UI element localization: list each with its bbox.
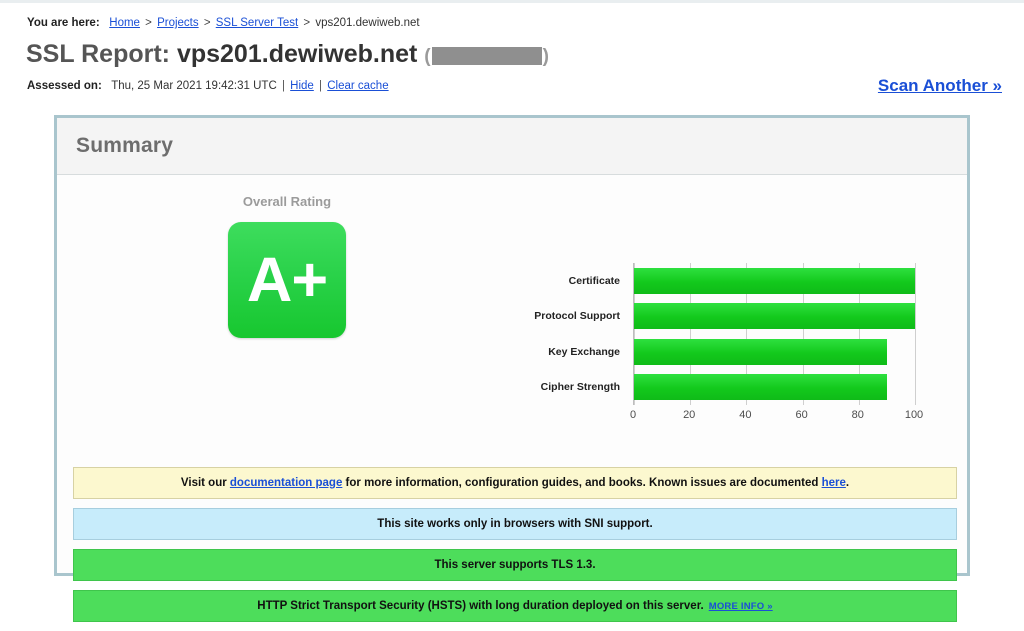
chart-bar: [634, 267, 915, 294]
overall-rating-block: Overall Rating A+: [57, 175, 517, 338]
breadcrumb-separator: >: [203, 17, 211, 29]
tls13-notice: This server supports TLS 1.3.: [73, 549, 957, 581]
clear-cache-link[interactable]: Clear cache: [327, 80, 388, 92]
summary-panel: Summary Overall Rating A+ Certificate Pro…: [54, 115, 970, 622]
assessed-value: Thu, 25 Mar 2021 19:42:31 UTC: [111, 80, 277, 92]
scan-another-link[interactable]: Scan Another »: [878, 76, 1002, 96]
chart-tick-label: 20: [683, 409, 696, 421]
chart-tick-label: 80: [851, 409, 864, 421]
breadcrumb-current: vps201.dewiweb.net: [315, 17, 420, 29]
assessed-line: Assessed on: Thu, 25 Mar 2021 19:42:31 U…: [27, 79, 389, 93]
hsts-notice: HTTP Strict Transport Security (HSTS) wi…: [73, 590, 957, 622]
summary-title: Summary: [76, 134, 174, 157]
breadcrumb-separator: >: [303, 17, 311, 29]
chart-tick-label: 100: [904, 409, 924, 421]
chart-bar: [634, 303, 915, 330]
notice-text: for more information, configuration guid…: [342, 477, 822, 489]
notice-text: HTTP Strict Transport Security (HSTS) wi…: [257, 600, 704, 612]
chart-bar: [634, 338, 887, 365]
assessed-label: Assessed on:: [27, 80, 102, 92]
chart-tick-label: 0: [629, 409, 637, 421]
chart-category-label: Key Exchange: [548, 345, 620, 358]
chart-category-label: Protocol Support: [534, 310, 620, 323]
grade-badge: A+: [228, 222, 346, 338]
breadcrumb-link-projects[interactable]: Projects: [157, 17, 199, 29]
breadcrumb-link-home[interactable]: Home: [109, 17, 140, 29]
chart-tick-label: 40: [739, 409, 752, 421]
redacted-ip-box: [431, 47, 542, 65]
score-bar-chart: Certificate Protocol Support Key Exchange C…: [519, 263, 939, 443]
notice-link[interactable]: documentation page: [230, 477, 342, 489]
grade-value: A+: [246, 244, 328, 315]
more-info-link[interactable]: MORE INFO »: [709, 601, 773, 612]
notice-text: This server supports TLS 1.3.: [434, 559, 596, 571]
chart-category-label: Cipher Strength: [540, 381, 620, 394]
chart-gridline: [915, 263, 916, 405]
documentation-notice: Visit our documentation page for more in…: [73, 467, 957, 499]
summary-panel-header: Summary: [57, 118, 967, 175]
paren-close: ): [542, 46, 549, 67]
separator-pipe: |: [281, 80, 285, 92]
chart-tick-label: 60: [795, 409, 808, 421]
breadcrumb: You are here: Home > Projects > SSL Serv…: [27, 16, 420, 30]
overall-rating-caption: Overall Rating: [242, 194, 332, 209]
breadcrumb-separator: >: [145, 17, 152, 29]
notice-link[interactable]: here: [822, 477, 846, 489]
chart-category-labels: Certificate Protocol Support Key Exchange C…: [519, 263, 627, 405]
sni-notice: This site works only in browsers with SN…: [73, 508, 957, 540]
notice-text: This site works only in browsers with SN…: [377, 518, 653, 530]
page-title-prefix: SSL Report:: [26, 40, 170, 68]
breadcrumb-prefix: You are here:: [27, 17, 100, 29]
ssl-report-page: You are here: Home > Projects > SSL Serv…: [0, 0, 1024, 622]
chart-plot-area: [633, 263, 916, 405]
notice-list: Visit our documentation page for more in…: [73, 467, 957, 631]
chart-x-tick-labels: 0 20 40 60 80 100: [629, 409, 923, 425]
page-title-hostname: vps201.dewiweb.net: [176, 40, 418, 68]
hide-link[interactable]: Hide: [290, 80, 314, 92]
chart-bar: [634, 374, 887, 401]
summary-panel-body: Overall Rating A+ Certificate Protocol Su…: [57, 175, 967, 622]
paren-open: (: [424, 46, 431, 67]
page-title: SSL Report: vps201.dewiweb.net (): [26, 39, 549, 72]
breadcrumb-link-ssl-server-test[interactable]: SSL Server Test: [216, 17, 298, 29]
separator-pipe: |: [319, 80, 323, 92]
notice-text: .: [845, 477, 850, 489]
notice-text: Visit our: [180, 477, 230, 489]
chart-category-label: Certificate: [568, 274, 620, 287]
